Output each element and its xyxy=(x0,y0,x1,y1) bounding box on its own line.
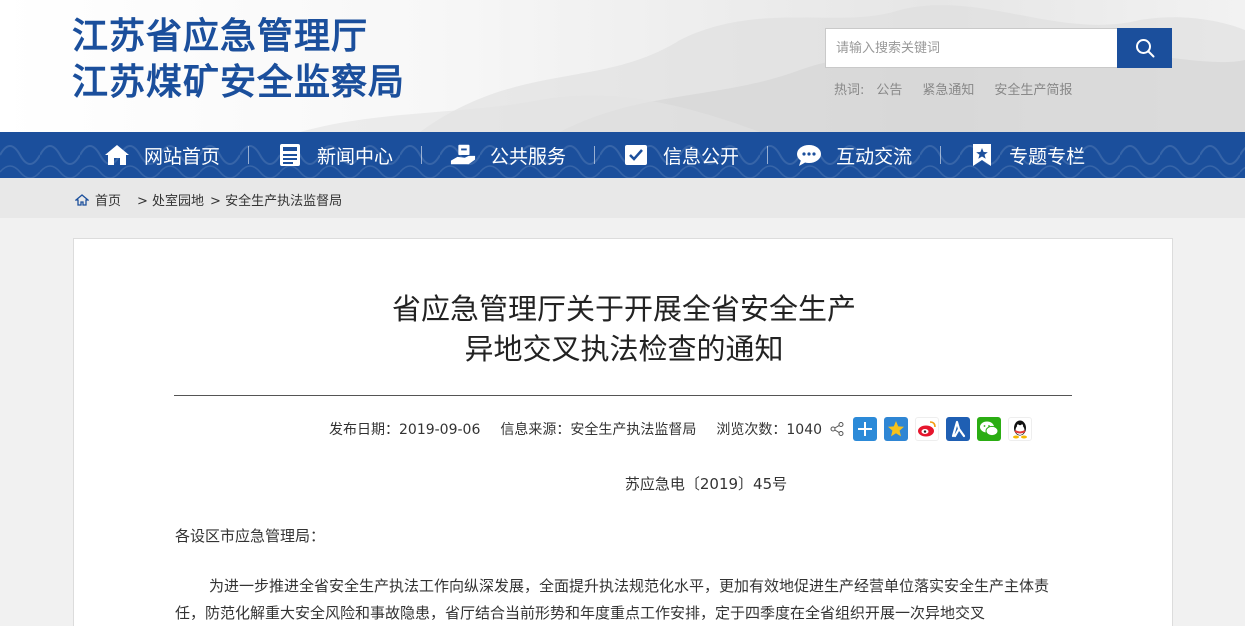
nav-divider xyxy=(594,146,596,164)
nav-item-service[interactable]: 公共服务 xyxy=(450,132,566,178)
article-title: 省应急管理厅关于开展全省安全生产 异地交叉执法检查的通知 xyxy=(74,289,1174,369)
breadcrumb-item[interactable]: > 安全生产执法监督局 xyxy=(210,190,342,209)
nav-item-label: 信息公开 xyxy=(663,145,740,168)
chat-icon xyxy=(796,142,822,168)
publish-date: 发布日期：2019-09-06 xyxy=(329,422,481,438)
qq-icon[interactable] xyxy=(1008,417,1033,441)
breadcrumb: 首页 > 处室园地 > 安全生产执法监督局 xyxy=(75,190,342,209)
salutation: 各设区市应急管理局： xyxy=(175,527,326,545)
search-button[interactable] xyxy=(1117,28,1172,68)
nav-item-label: 互动交流 xyxy=(836,145,913,168)
hot-word-link[interactable]: 紧急通知 xyxy=(922,79,974,98)
nav-item-label: 公共服务 xyxy=(490,145,567,168)
share-icon xyxy=(830,422,844,436)
more-share-icon[interactable] xyxy=(853,417,878,441)
bookmark-icon xyxy=(969,142,995,168)
hot-words-label: 热词: xyxy=(834,83,865,98)
article-paragraph: 为进一步推进全省安全生产执法工作向纵深发展，全面提升执法规范化水平，更加有效地促… xyxy=(175,577,1050,622)
nav-item-label: 网站首页 xyxy=(144,145,221,168)
document-number: 苏应急电〔2019〕45号 xyxy=(624,475,788,493)
hot-word-link[interactable]: 安全生产简报 xyxy=(994,79,1072,98)
nav-item-label: 专题专栏 xyxy=(1009,145,1086,168)
home-icon xyxy=(75,193,89,206)
view-count: 浏览次数：1040 xyxy=(716,422,823,438)
article-title-line1: 省应急管理厅关于开展全省安全生产 xyxy=(391,292,856,326)
nav-item-home[interactable]: 网站首页 xyxy=(104,132,220,178)
search-input[interactable] xyxy=(825,28,1117,68)
article-title-line2: 异地交叉执法检查的通知 xyxy=(464,332,784,366)
nav-item-info[interactable]: 信息公开 xyxy=(623,132,739,178)
news-icon xyxy=(277,142,303,168)
nav-item-topics[interactable]: 专题专栏 xyxy=(969,132,1085,178)
renren-icon[interactable] xyxy=(946,417,971,441)
share-bar xyxy=(830,417,1033,441)
nav-item-label: 新闻中心 xyxy=(317,145,394,168)
org-name-line2: 江苏煤矿安全监察局 xyxy=(72,62,406,103)
nav-divider xyxy=(940,146,942,164)
article-meta: 发布日期：2019-09-06 信息来源：安全生产执法监督局 浏览次数：1040 xyxy=(329,417,1033,441)
weibo-icon[interactable] xyxy=(915,417,940,441)
site-logo[interactable]: 江苏省应急管理厅 江苏煤矿安全监察局 xyxy=(72,14,405,106)
nav-divider xyxy=(767,146,769,164)
site-header: 江苏省应急管理厅 江苏煤矿安全监察局 热词: 公告 紧急通知 安全生产简报 xyxy=(0,0,1245,132)
search-box xyxy=(825,28,1172,68)
home-icon xyxy=(104,142,130,168)
title-divider xyxy=(174,395,1072,396)
hot-words: 热词: 公告 紧急通知 安全生产简报 xyxy=(834,79,1092,98)
nav-item-interaction[interactable]: 互动交流 xyxy=(796,132,912,178)
wechat-icon[interactable] xyxy=(977,417,1002,441)
nav-divider xyxy=(248,146,250,164)
org-name-line1: 江苏省应急管理厅 xyxy=(72,16,369,57)
breadcrumb-bar: 首页 > 处室园地 > 安全生产执法监督局 xyxy=(0,178,1245,218)
search-icon xyxy=(1135,39,1154,58)
breadcrumb-home[interactable]: 首页 xyxy=(95,190,121,209)
hot-word-link[interactable]: 公告 xyxy=(876,79,902,98)
info-source: 信息来源：安全生产执法监督局 xyxy=(500,422,697,438)
service-icon xyxy=(450,142,476,168)
qzone-icon[interactable] xyxy=(884,417,909,441)
nav-items: 网站首页 新闻中心 公共服务 信息公开 互动交流 专题专栏 xyxy=(104,132,1085,178)
breadcrumb-item[interactable]: > 处室园地 xyxy=(137,190,204,209)
article-card: 省应急管理厅关于开展全省安全生产 异地交叉执法检查的通知 发布日期：2019-0… xyxy=(73,238,1173,626)
nav-divider xyxy=(421,146,423,164)
nav-item-news[interactable]: 新闻中心 xyxy=(277,132,393,178)
main-nav: 网站首页 新闻中心 公共服务 信息公开 互动交流 专题专栏 xyxy=(0,132,1245,178)
info-icon xyxy=(623,142,649,168)
